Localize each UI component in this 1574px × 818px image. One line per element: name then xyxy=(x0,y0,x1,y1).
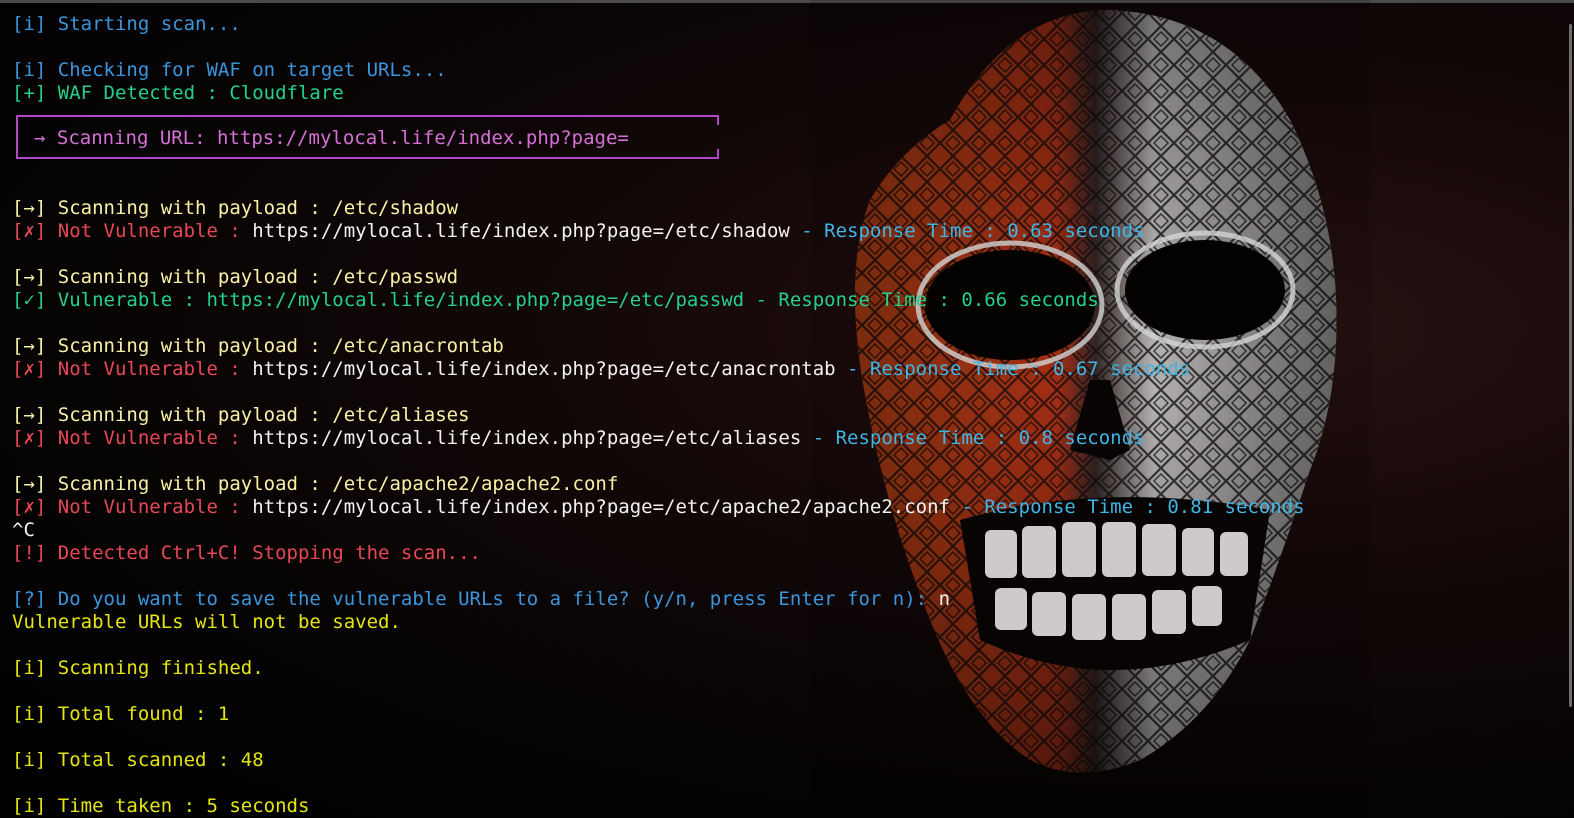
output-line: [i] Starting scan... xyxy=(12,13,241,35)
save-prompt: [?] Do you want to save the vulnerable U… xyxy=(12,588,950,611)
result-line: [✗] Not Vulnerable : https://mylocal.lif… xyxy=(12,220,1144,243)
summary-line: [i] Time taken : 5 seconds xyxy=(12,795,310,817)
payload-line: [→] Scanning with payload : /etc/aliases xyxy=(12,404,470,426)
scan-url-box: → Scanning URL: https://mylocal.life/ind… xyxy=(16,115,719,159)
result-time: - Response Time : 0.63 seconds xyxy=(789,220,1145,242)
summary-line: [i] Total found : 1 xyxy=(12,703,230,725)
result-tag: [✗] Not Vulnerable : xyxy=(12,220,253,242)
result-line: [✗] Not Vulnerable : https://mylocal.lif… xyxy=(12,496,1305,519)
prompt-text: [?] Do you want to save the vulnerable U… xyxy=(12,588,939,610)
result-time: - Response Time : 0.67 seconds xyxy=(835,358,1191,380)
stop-message: [!] Detected Ctrl+C! Stopping the scan..… xyxy=(12,542,481,564)
summary-line: [i] Total scanned : 48 xyxy=(12,749,264,771)
prompt-answer[interactable]: n xyxy=(939,588,950,610)
result-line: [✗] Not Vulnerable : https://mylocal.lif… xyxy=(12,358,1190,381)
payload-line: [→] Scanning with payload : /etc/anacron… xyxy=(12,335,504,357)
terminal-window[interactable]: [i] Starting scan... [i] Checking for WA… xyxy=(0,0,1574,818)
result-tag: [✗] Not Vulnerable : xyxy=(12,358,253,380)
payload-line: [→] Scanning with payload : /etc/apache2… xyxy=(12,473,619,495)
result-url: https://mylocal.life/index.php?page=/etc… xyxy=(252,358,836,380)
scrollbar[interactable] xyxy=(1569,24,1572,707)
result-time: - Response Time : 0.81 seconds xyxy=(950,496,1305,518)
result-tag: [✗] Not Vulnerable : xyxy=(12,427,253,449)
result-tag: [✗] Not Vulnerable : xyxy=(12,496,253,518)
output-line: [i] Checking for WAF on target URLs... xyxy=(12,59,447,81)
result-time: - Response Time : 0.8 seconds xyxy=(801,427,1145,449)
result-url: https://mylocal.life/index.php?page=/etc… xyxy=(252,220,790,242)
output-line: [+] WAF Detected : Cloudflare xyxy=(12,82,344,104)
result-url: https://mylocal.life/index.php?page=/etc… xyxy=(252,427,802,449)
result-line: [✗] Not Vulnerable : https://mylocal.lif… xyxy=(12,427,1144,450)
scan-url-text: → Scanning URL: https://mylocal.life/ind… xyxy=(34,127,629,149)
result-line: [✓] Vulnerable : https://mylocal.life/in… xyxy=(12,289,1099,311)
payload-line: [→] Scanning with payload : /etc/shadow xyxy=(12,197,459,219)
result-url: https://mylocal.life/index.php?page=/etc… xyxy=(252,496,950,518)
interrupt-line: ^C xyxy=(12,519,35,541)
summary-line: [i] Scanning finished. xyxy=(12,657,264,679)
output-line: Vulnerable URLs will not be saved. xyxy=(12,611,401,633)
skull-mask-icon xyxy=(810,0,1370,818)
payload-line: [→] Scanning with payload : /etc/passwd xyxy=(12,266,459,288)
